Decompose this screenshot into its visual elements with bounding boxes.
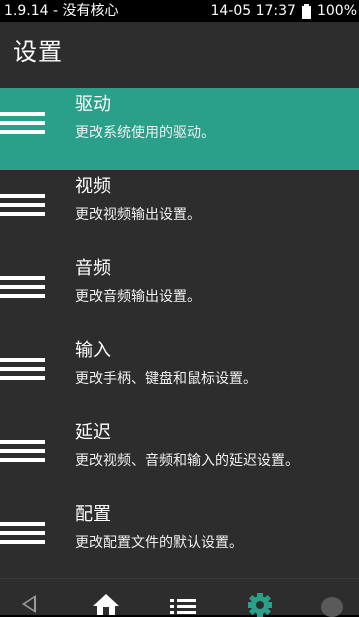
- hamburger-icon: [0, 353, 48, 385]
- menu-item-description: 更改系统使用的驱动。: [75, 125, 215, 141]
- menu-item-title: 音频: [75, 258, 111, 279]
- menu-item-description: 更改视频输出设置。: [75, 207, 201, 223]
- menu-item-title: 驱动: [75, 94, 111, 115]
- menu-item-configuration[interactable]: 配置 更改配置文件的默认设置。: [0, 498, 359, 580]
- settings-icon[interactable]: [246, 593, 274, 617]
- hamburger-icon: [0, 517, 48, 549]
- status-bar: 1.9.14 - 没有核心 14-05 17:37 100%: [0, 0, 359, 22]
- menu-item-description: 更改音频输出设置。: [75, 289, 201, 305]
- menu-item-title: 配置: [75, 504, 111, 525]
- menu-item-input[interactable]: 输入 更改手柄、键盘和鼠标设置。: [0, 334, 359, 416]
- back-icon[interactable]: [22, 595, 36, 613]
- bottom-navigation: [0, 578, 359, 617]
- menu-item-video[interactable]: 视频 更改视频输出设置。: [0, 170, 359, 252]
- info-icon[interactable]: [321, 597, 343, 617]
- battery-percent: 100%: [316, 3, 357, 19]
- header: 设置: [0, 22, 359, 84]
- menu-item-title: 延迟: [75, 422, 111, 443]
- status-right-group: 14-05 17:37 100%: [210, 0, 357, 22]
- hamburger-icon: [0, 189, 48, 221]
- menu-item-description: 更改配置文件的默认设置。: [75, 535, 243, 551]
- menu-item-latency[interactable]: 延迟 更改视频、音频和输入的延迟设置。: [0, 416, 359, 498]
- status-datetime: 14-05 17:37: [210, 3, 296, 19]
- settings-screen: 设置 驱动 更改系统使用的驱动。 视频 更改视频输出设置。 音频 更改音频输出设…: [0, 22, 359, 614]
- hamburger-icon: [0, 435, 48, 467]
- menu-item-audio[interactable]: 音频 更改音频输出设置。: [0, 252, 359, 334]
- menu-item-description: 更改视频、音频和输入的延迟设置。: [75, 453, 299, 469]
- battery-icon: [301, 3, 311, 19]
- menu-item-title: 视频: [75, 176, 111, 197]
- hamburger-icon: [0, 271, 48, 303]
- list-icon[interactable]: [170, 599, 196, 615]
- page-title: 设置: [13, 38, 63, 66]
- home-icon[interactable]: [92, 593, 120, 615]
- menu-item-drivers[interactable]: 驱动 更改系统使用的驱动。: [0, 88, 359, 170]
- menu-item-description: 更改手柄、键盘和鼠标设置。: [75, 371, 257, 387]
- menu-item-title: 输入: [75, 340, 111, 361]
- hamburger-icon: [0, 107, 48, 139]
- status-app-info: 1.9.14 - 没有核心: [4, 3, 119, 19]
- settings-menu: 驱动 更改系统使用的驱动。 视频 更改视频输出设置。 音频 更改音频输出设置。 …: [0, 88, 359, 580]
